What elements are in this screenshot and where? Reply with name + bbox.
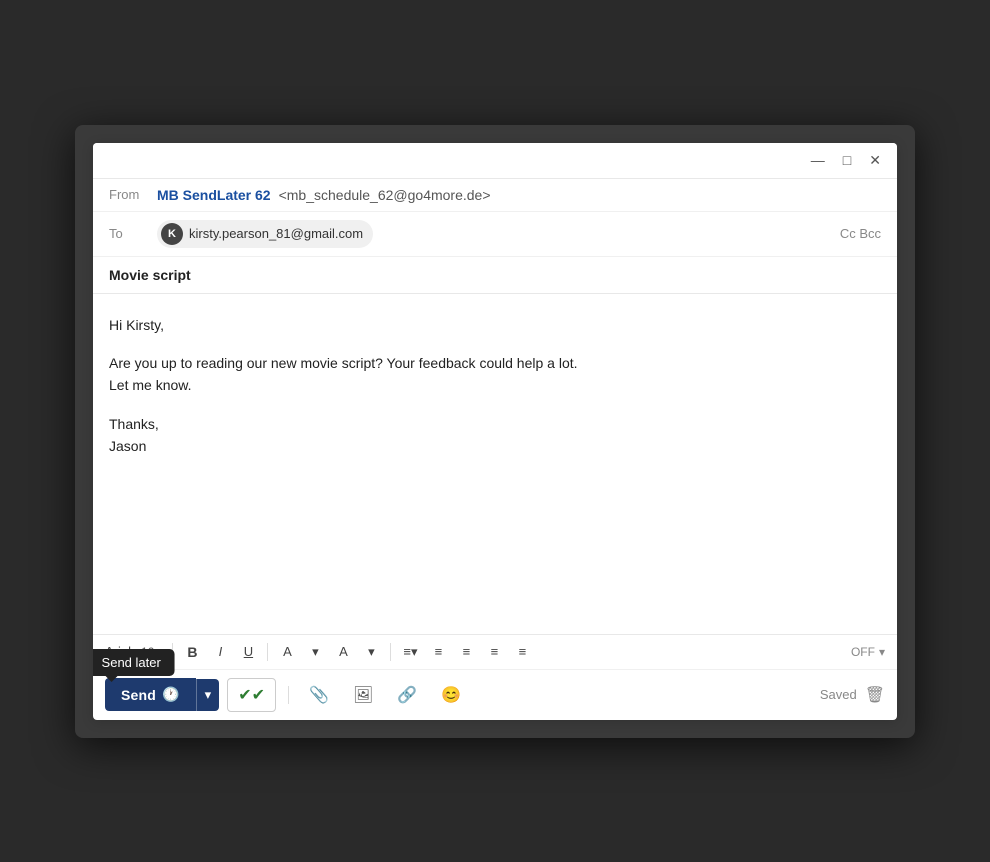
spellcheck-toggle[interactable]: OFF ▾ — [851, 645, 885, 659]
email-window: — □ ✕ From MB SendLater 62 <mb_schedule_… — [93, 143, 897, 720]
cc-bcc-button[interactable]: Cc Bcc — [840, 226, 881, 241]
spellcheck-chevron-icon: ▾ — [879, 645, 885, 659]
email-body[interactable]: Hi Kirsty, Are you up to reading our new… — [93, 294, 897, 634]
ordered-list-button[interactable]: ≡ — [425, 641, 451, 662]
recipient-email: kirsty.pearson_81@gmail.com — [189, 226, 363, 241]
from-row: From MB SendLater 62 <mb_schedule_62@go4… — [93, 179, 897, 212]
emoji-button[interactable]: 😊 — [433, 679, 469, 711]
underline-button[interactable]: U — [235, 641, 261, 662]
maximize-button[interactable]: □ — [839, 151, 855, 169]
action-bar: Send later Send 🕐 ▾ ✔✔ 📎 🖼 — [93, 669, 897, 720]
title-bar-controls: — □ ✕ — [807, 151, 885, 169]
delete-button[interactable]: 🗑 — [865, 685, 885, 705]
window-wrapper: — □ ✕ From MB SendLater 62 <mb_schedule_… — [75, 125, 915, 738]
image-button[interactable]: 🖼 — [345, 679, 381, 711]
send-label: Send — [121, 687, 156, 703]
font-size-value: 10 — [141, 645, 154, 659]
sender-name: MB SendLater 62 — [157, 187, 271, 203]
paragraph1-text: Are you up to reading our new movie scri… — [109, 355, 578, 371]
attach-button[interactable]: 📎 — [301, 679, 337, 711]
sender-email: <mb_schedule_62@go4more.de> — [279, 187, 491, 203]
font-color-button[interactable]: ▾ — [302, 641, 328, 663]
body-paragraph1: Are you up to reading our new movie scri… — [109, 352, 881, 397]
to-row: To K kirsty.pearson_81@gmail.com Cc Bcc — [93, 212, 897, 257]
unordered-list-button[interactable]: ≡ — [453, 641, 479, 662]
signature-text: Jason — [109, 438, 146, 454]
avatar: K — [161, 223, 183, 245]
bold-button[interactable]: B — [179, 641, 205, 663]
subject-text: Movie script — [109, 267, 191, 283]
minimize-button[interactable]: — — [807, 151, 829, 169]
align-button[interactable]: ≡ ▾ — [397, 641, 423, 663]
highlight-color-chevron[interactable]: ▾ — [358, 641, 384, 663]
send-button[interactable]: Send 🕐 — [105, 678, 196, 711]
close-button[interactable]: ✕ — [865, 151, 885, 169]
action-separator — [288, 686, 289, 704]
title-bar: — □ ✕ — [93, 143, 897, 179]
body-closing: Thanks, Jason — [109, 413, 881, 458]
link-button[interactable]: 🔗 — [389, 679, 425, 711]
font-size-button[interactable]: 10 ▾ — [137, 642, 166, 662]
align-chevron-icon: ▾ — [411, 644, 418, 660]
font-name-label: Arial — [105, 644, 131, 659]
recipient-chip[interactable]: K kirsty.pearson_81@gmail.com — [157, 220, 373, 248]
trash-icon: 🗑 — [865, 687, 885, 704]
toolbar-separator-1 — [172, 643, 173, 661]
spellcheck-label: OFF — [851, 645, 875, 659]
closing-text: Thanks, — [109, 416, 159, 432]
text-color-button[interactable]: A — [274, 641, 300, 662]
indent-increase-button[interactable]: ≡ — [509, 641, 535, 662]
image-icon: 🖼 — [353, 687, 373, 704]
link-icon: 🔗 — [397, 687, 417, 704]
highlight-color-button[interactable]: A — [330, 641, 356, 662]
check-button[interactable]: ✔✔ — [227, 678, 276, 712]
saved-label: Saved — [820, 687, 857, 702]
to-label: To — [109, 226, 149, 241]
send-dropdown-chevron-icon: ▾ — [205, 687, 212, 702]
from-label: From — [109, 187, 149, 202]
emoji-icon: 😊 — [441, 687, 461, 704]
font-size-chevron-icon: ▾ — [156, 645, 162, 659]
toolbar-separator-3 — [390, 643, 391, 661]
saved-indicator: Saved 🗑 — [820, 685, 885, 705]
checkmark-icon: ✔✔ — [238, 685, 265, 705]
greeting: Hi Kirsty, — [109, 314, 881, 336]
attach-icon: 📎 — [309, 687, 329, 704]
subject-row: Movie script — [93, 257, 897, 294]
formatting-toolbar: Arial 10 ▾ B I U A ▾ A ▾ — [93, 634, 897, 669]
clock-icon: 🕐 — [162, 686, 180, 703]
send-dropdown-button[interactable]: ▾ — [196, 679, 220, 711]
toolbar-separator-2 — [267, 643, 268, 661]
paragraph2-text: Let me know. — [109, 377, 192, 393]
italic-button[interactable]: I — [207, 641, 233, 662]
send-group: Send later Send 🕐 ▾ — [105, 678, 219, 711]
indent-decrease-button[interactable]: ≡ — [481, 641, 507, 662]
